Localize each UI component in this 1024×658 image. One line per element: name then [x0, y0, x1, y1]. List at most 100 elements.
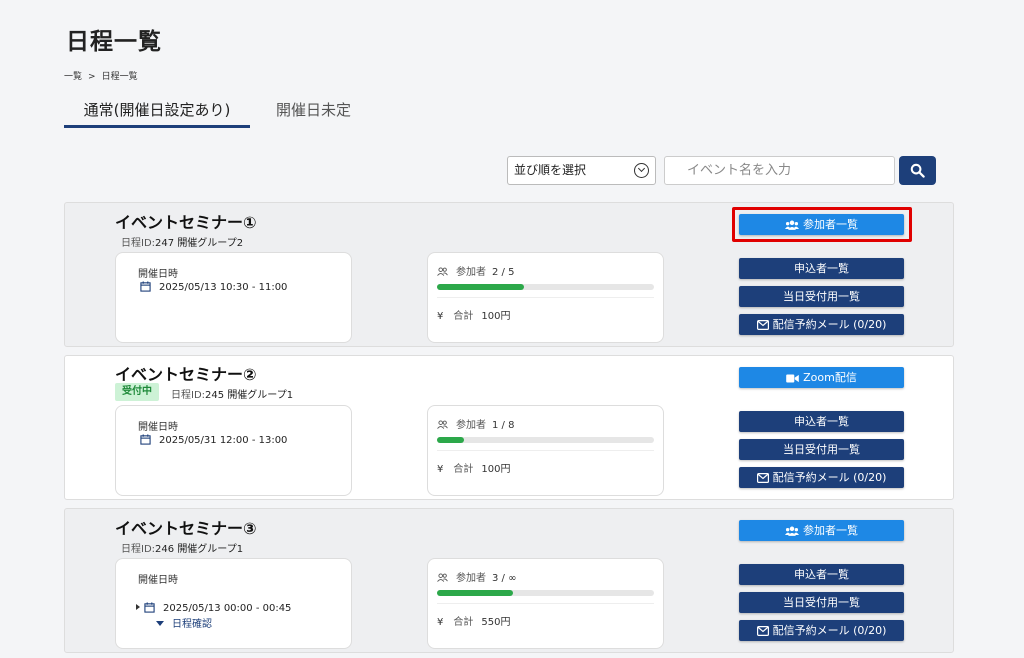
total-row: ¥ 合計 100円: [437, 307, 510, 322]
tab-undecided[interactable]: 開催日未定: [276, 100, 351, 128]
participants-row: 参加者 1 / 8: [437, 416, 514, 431]
sort-select[interactable]: 並び順を選択: [507, 156, 656, 185]
scheduled-mail-button-label: 配信予約メール (0/20): [772, 624, 887, 637]
participants-list-button[interactable]: 参加者一覧: [739, 214, 904, 235]
event-id: 245: [205, 390, 225, 401]
event-meta: 日程ID:247 開催グループ2: [121, 234, 243, 249]
mail-icon: [756, 320, 769, 331]
progress-bar: [437, 590, 654, 596]
divider: [437, 450, 654, 451]
status-badge: 受付中: [115, 383, 159, 401]
chevron-down-icon: [634, 163, 649, 178]
applicants-list-button-label: 申込者一覧: [794, 415, 849, 428]
event-card: イベントセミナー② 受付中 日程ID:245 開催グループ1 開催日時 2025…: [64, 355, 954, 500]
event-title: イベントセミナー②: [115, 365, 257, 384]
schedule-confirm-label: 日程確認: [172, 619, 212, 630]
participants-row: 参加者 2 / 5: [437, 263, 514, 278]
progress-fill: [437, 437, 465, 443]
applicants-list-button[interactable]: 申込者一覧: [739, 564, 904, 585]
stat-box: 参加者 3 / ∞ ¥ 合計 550円: [427, 558, 664, 649]
users-icon: [785, 220, 799, 230]
progress-bar: [437, 437, 654, 443]
yen-icon: ¥: [437, 311, 444, 322]
event-id: 246: [155, 544, 175, 555]
event-title: イベントセミナー③: [115, 519, 257, 538]
participants-count: 3 / ∞: [492, 573, 517, 584]
scheduled-mail-button-label: 配信予約メール (0/20): [772, 471, 887, 484]
participants-count: 2 / 5: [492, 267, 515, 278]
participants-list-button[interactable]: 参加者一覧: [739, 520, 904, 541]
total-row: ¥ 合計 100円: [437, 460, 510, 475]
applicants-list-button[interactable]: 申込者一覧: [739, 258, 904, 279]
event-id: 247: [155, 238, 175, 249]
search-input[interactable]: [664, 156, 895, 185]
yen-icon: ¥: [437, 464, 444, 475]
event-meta: 日程ID:245 開催グループ1: [171, 386, 293, 401]
total-amount: 550円: [481, 617, 511, 628]
event-datetime: 2025/05/31 12:00 - 13:00: [159, 435, 288, 446]
progress-fill: [437, 284, 524, 290]
reception-list-button-label: 当日受付用一覧: [783, 596, 860, 609]
date-heading: 開催日時: [138, 422, 178, 433]
total-amount: 100円: [481, 464, 511, 475]
participants-list-button-label: 参加者一覧: [803, 524, 858, 537]
event-id-label: 日程ID:: [171, 390, 206, 401]
reception-list-button[interactable]: 当日受付用一覧: [739, 286, 904, 307]
yen-icon: ¥: [437, 617, 444, 628]
participants-row: 参加者 3 / ∞: [437, 569, 516, 584]
schedule-confirm-link[interactable]: 日程確認: [156, 615, 212, 630]
zoom-stream-button[interactable]: Zoom配信: [739, 367, 904, 388]
search-button[interactable]: [899, 156, 936, 185]
total-label: 合計: [453, 617, 474, 628]
people-icon: [437, 573, 448, 582]
participants-label: 参加者: [456, 267, 486, 278]
participants-label: 参加者: [456, 573, 486, 584]
breadcrumb-home[interactable]: 一覧: [64, 72, 82, 82]
breadcrumb-current: 日程一覧: [101, 72, 138, 82]
scheduled-mail-button[interactable]: 配信予約メール (0/20): [739, 314, 904, 335]
date-box: 開催日時 2025/05/31 12:00 - 13:00: [115, 405, 352, 496]
video-camera-icon: [786, 374, 799, 383]
progress-bar: [437, 284, 654, 290]
breadcrumb-separator: >: [88, 72, 96, 82]
mail-icon: [756, 473, 769, 484]
tab-normal[interactable]: 通常(開催日設定あり): [64, 100, 250, 128]
date-row: 2025/05/31 12:00 - 13:00: [140, 434, 287, 446]
event-group: 開催グループ2: [177, 238, 244, 249]
event-group: 開催グループ1: [177, 544, 244, 555]
zoom-stream-button-label: Zoom配信: [803, 371, 857, 384]
people-icon: [437, 420, 448, 429]
caret-down-icon: [156, 621, 164, 626]
event-card: イベントセミナー③ 日程ID:246 開催グループ1 開催日時 2025/05/…: [64, 508, 954, 653]
event-group: 開催グループ1: [227, 390, 294, 401]
page-title: 日程一覧: [66, 29, 162, 55]
event-id-label: 日程ID:: [121, 544, 156, 555]
total-label: 合計: [453, 311, 474, 322]
event-card: イベントセミナー① 日程ID:247 開催グループ2 開催日時 2025/05/…: [64, 202, 954, 347]
applicants-list-button-label: 申込者一覧: [794, 262, 849, 275]
stat-box: 参加者 1 / 8 ¥ 合計 100円: [427, 405, 664, 496]
total-amount: 100円: [481, 311, 511, 322]
reception-list-button-label: 当日受付用一覧: [783, 290, 860, 303]
participants-list-button-label: 参加者一覧: [803, 218, 858, 231]
event-meta: 日程ID:246 開催グループ1: [121, 540, 243, 555]
expand-triangle-icon: [136, 604, 140, 610]
sort-select-label: 並び順を選択: [514, 163, 587, 177]
event-datetime: 2025/05/13 10:30 - 11:00: [159, 282, 288, 293]
scheduled-mail-button[interactable]: 配信予約メール (0/20): [739, 620, 904, 641]
people-icon: [437, 267, 448, 276]
total-label: 合計: [453, 464, 474, 475]
participants-count: 1 / 8: [492, 420, 515, 431]
event-id-label: 日程ID:: [121, 238, 156, 249]
reception-list-button[interactable]: 当日受付用一覧: [739, 592, 904, 613]
applicants-list-button[interactable]: 申込者一覧: [739, 411, 904, 432]
total-row: ¥ 合計 550円: [437, 613, 510, 628]
calendar-icon: [140, 434, 151, 445]
date-row[interactable]: 2025/05/13 00:00 - 00:45: [136, 602, 291, 614]
date-row: 2025/05/13 10:30 - 11:00: [140, 281, 287, 293]
scheduled-mail-button[interactable]: 配信予約メール (0/20): [739, 467, 904, 488]
divider: [437, 297, 654, 298]
date-heading: 開催日時: [138, 269, 178, 280]
reception-list-button[interactable]: 当日受付用一覧: [739, 439, 904, 460]
stat-box: 参加者 2 / 5 ¥ 合計 100円: [427, 252, 664, 343]
